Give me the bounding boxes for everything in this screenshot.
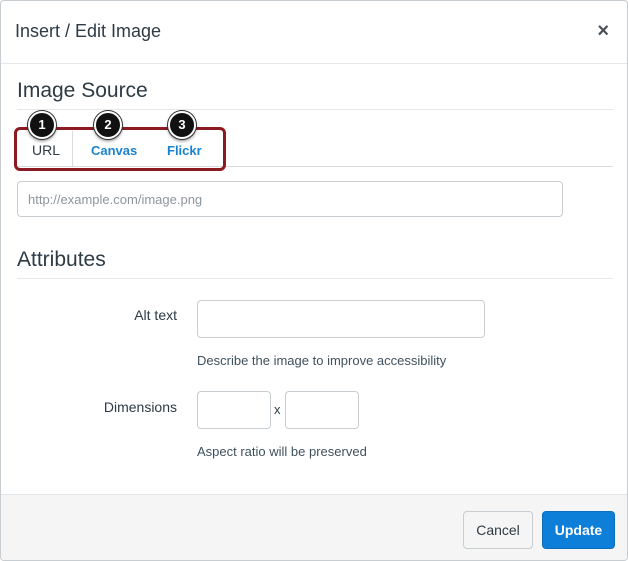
update-button[interactable]: Update <box>542 511 615 549</box>
image-source-divider <box>17 109 613 110</box>
attributes-divider <box>17 278 613 279</box>
alt-text-hint: Describe the image to improve accessibil… <box>197 353 447 368</box>
image-source-heading: Image Source <box>17 79 148 102</box>
close-icon[interactable]: × <box>597 21 609 41</box>
callout-badge-3: 3 <box>168 111 196 139</box>
insert-edit-image-dialog: Insert / Edit Image × Image Source URL C… <box>0 0 628 561</box>
dialog-title: Insert / Edit Image <box>15 21 162 41</box>
attributes-heading: Attributes <box>17 248 106 271</box>
dimensions-label: Dimensions <box>103 399 177 415</box>
height-input[interactable] <box>285 391 359 429</box>
dialog-footer: Cancel Update <box>1 494 627 560</box>
width-input[interactable] <box>197 391 271 429</box>
callout-badge-2: 2 <box>94 111 122 139</box>
dimensions-hint: Aspect ratio will be preserved <box>197 444 367 459</box>
alt-text-input[interactable] <box>197 300 485 338</box>
dimensions-times: x <box>274 402 281 417</box>
callout-badge-1: 1 <box>28 111 56 139</box>
image-url-input[interactable] <box>17 181 563 217</box>
alt-text-label: Alt text <box>134 307 177 323</box>
dialog-header: Insert / Edit Image × <box>1 1 627 64</box>
cancel-button[interactable]: Cancel <box>463 511 533 549</box>
